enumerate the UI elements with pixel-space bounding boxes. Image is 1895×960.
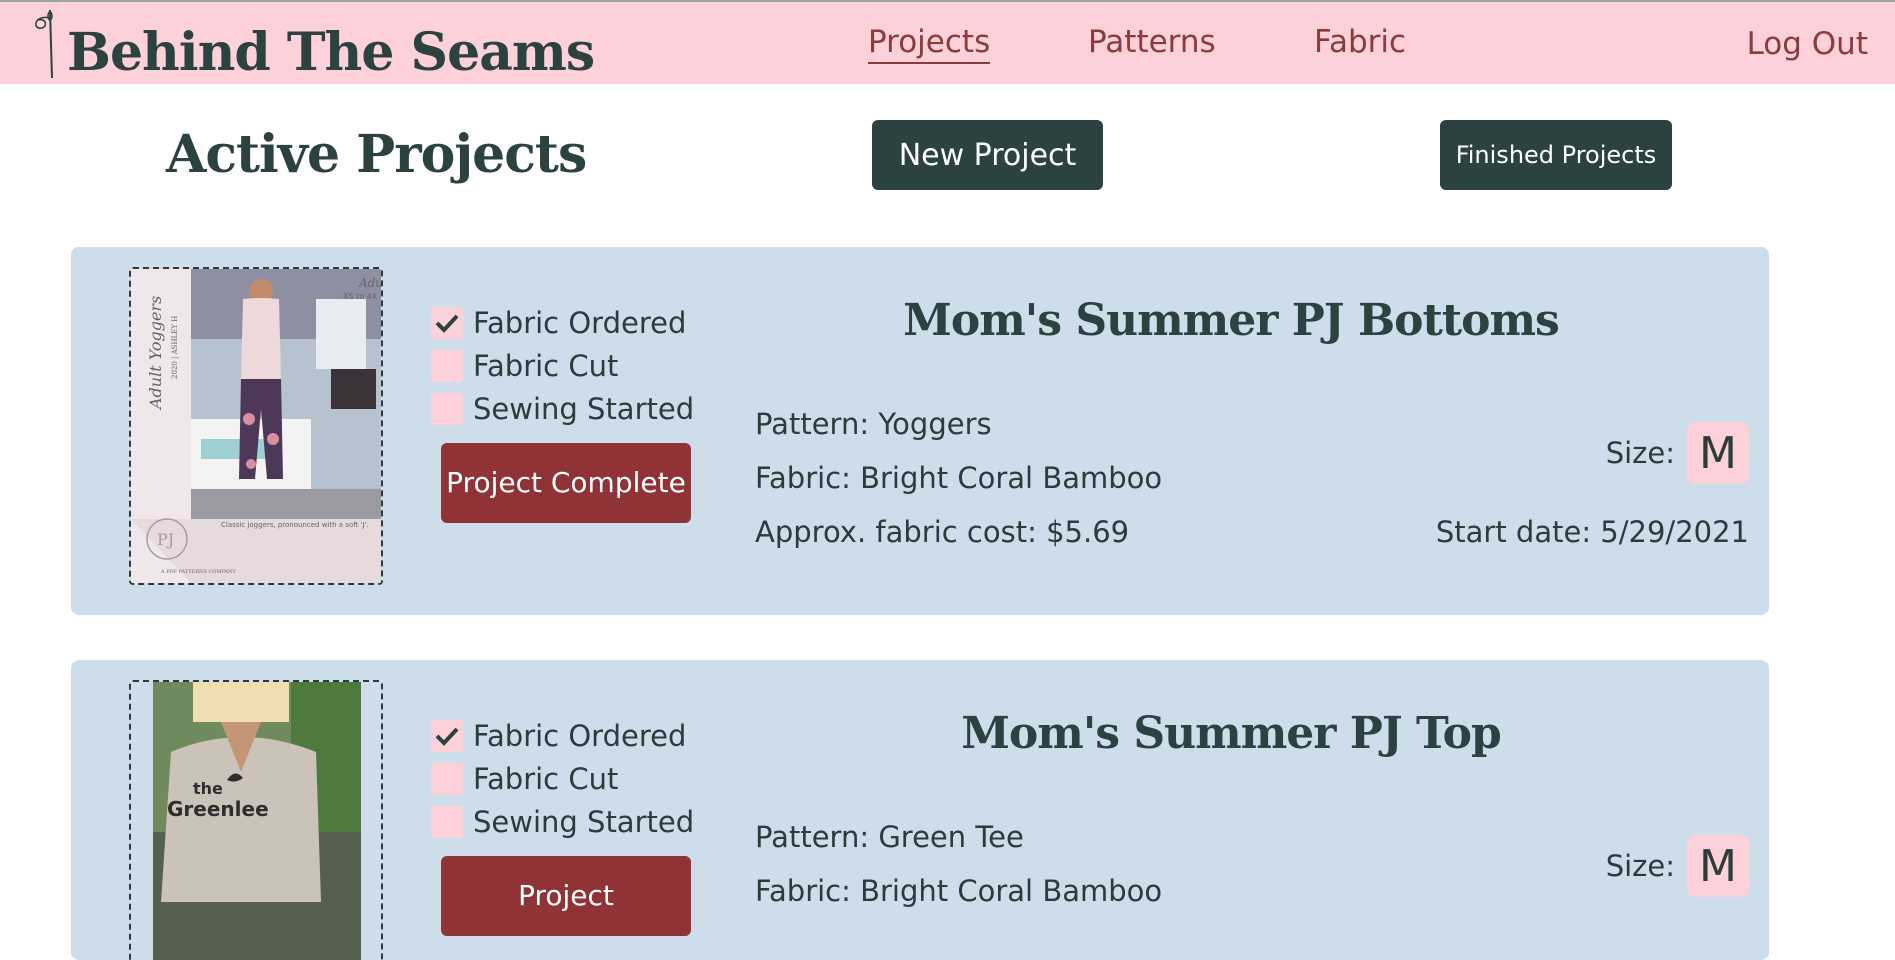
size-label: Size: (1605, 849, 1675, 883)
project-fabric: Fabric: Bright Coral Bamboo (755, 874, 1163, 908)
checklist-label: Fabric Ordered (473, 718, 687, 753)
checklist-item[interactable]: Sewing Started (431, 800, 694, 843)
pattern-monogram: PJ (157, 530, 174, 549)
project-image[interactable]: the Greenlee (129, 680, 383, 960)
new-project-button[interactable]: New Project (872, 120, 1103, 190)
project-title: Mom's Summer PJ Bottoms (903, 295, 1560, 346)
pattern-size-range: XS to 4X (343, 292, 378, 301)
pattern-brand: A PDF PATTERNS COMPANY (160, 569, 236, 575)
progress-checklist: Fabric Ordered Fabric Cut Sewing Started (431, 714, 694, 843)
project-card: PJ Classic joggers, pronounced with a so… (71, 247, 1769, 615)
project-complete-button[interactable]: Project Complete (441, 443, 691, 523)
project-size: Size: M (1606, 422, 1749, 484)
checklist-item[interactable]: Fabric Ordered (431, 714, 694, 757)
checkbox-fabric-cut[interactable] (431, 349, 463, 382)
project-size: Size: M (1606, 835, 1749, 897)
project-pattern: Pattern: Green Tee (755, 820, 1024, 854)
pattern-corner-text: Adult (358, 276, 381, 290)
project-complete-button[interactable]: Project (441, 856, 691, 936)
checklist-label: Sewing Started (473, 391, 695, 426)
page-title: Active Projects (166, 124, 587, 185)
project-pattern: Pattern: Yoggers (755, 407, 992, 441)
checkbox-sewing-started[interactable] (431, 392, 463, 425)
shirt-text-greenlee: Greenlee (167, 797, 269, 821)
checklist-item[interactable]: Fabric Ordered (431, 301, 694, 344)
checklist-label: Sewing Started (473, 804, 695, 839)
project-image[interactable]: PJ Classic joggers, pronounced with a so… (129, 267, 383, 585)
pattern-cover-image: the Greenlee (131, 682, 381, 960)
project-start-date: Start date: 5/29/2021 (1435, 515, 1749, 549)
progress-checklist: Fabric Ordered Fabric Cut Sewing Started (431, 301, 694, 430)
finished-projects-button[interactable]: Finished Projects (1440, 120, 1672, 190)
site-header: Behind The Seams Projects Patterns Fabri… (0, 2, 1895, 84)
project-card: the Greenlee Fabric Ordered Fabric Cut S… (71, 660, 1769, 960)
site-logo[interactable]: Behind The Seams (67, 22, 595, 83)
size-label: Size: (1605, 436, 1675, 470)
checkmark-icon (435, 727, 459, 746)
project-fabric: Fabric: Bright Coral Bamboo (755, 461, 1163, 495)
pattern-cover-image: PJ Classic joggers, pronounced with a so… (131, 269, 381, 583)
checkmark-icon (435, 314, 459, 333)
checkbox-fabric-ordered[interactable] (431, 719, 463, 752)
checklist-label: Fabric Ordered (473, 305, 687, 340)
pattern-side-title: Adult Yoggers (146, 296, 165, 411)
nav-fabric[interactable]: Fabric (1314, 24, 1406, 60)
checklist-item[interactable]: Sewing Started (431, 387, 694, 430)
checklist-label: Fabric Cut (473, 761, 619, 796)
needle-thread-icon (35, 9, 53, 79)
logout-link[interactable]: Log Out (1747, 26, 1868, 62)
project-fabric-cost: Approx. fabric cost: $5.69 (755, 515, 1130, 549)
checkbox-sewing-started[interactable] (431, 805, 463, 838)
checkbox-fabric-cut[interactable] (431, 762, 463, 795)
nav-projects[interactable]: Projects (868, 24, 991, 64)
checklist-item[interactable]: Fabric Cut (431, 344, 694, 387)
project-title: Mom's Summer PJ Top (961, 708, 1502, 759)
size-badge: M (1687, 422, 1749, 484)
nav-patterns[interactable]: Patterns (1088, 24, 1216, 60)
shirt-text-the: the (193, 779, 223, 798)
pattern-year: 2020 | ASHLEY H (171, 316, 179, 379)
pattern-caption: Classic joggers, pronounced with a soft … (221, 521, 369, 529)
checklist-label: Fabric Cut (473, 348, 619, 383)
checkbox-fabric-ordered[interactable] (431, 306, 463, 339)
checklist-item[interactable]: Fabric Cut (431, 757, 694, 800)
size-badge: M (1687, 835, 1749, 897)
